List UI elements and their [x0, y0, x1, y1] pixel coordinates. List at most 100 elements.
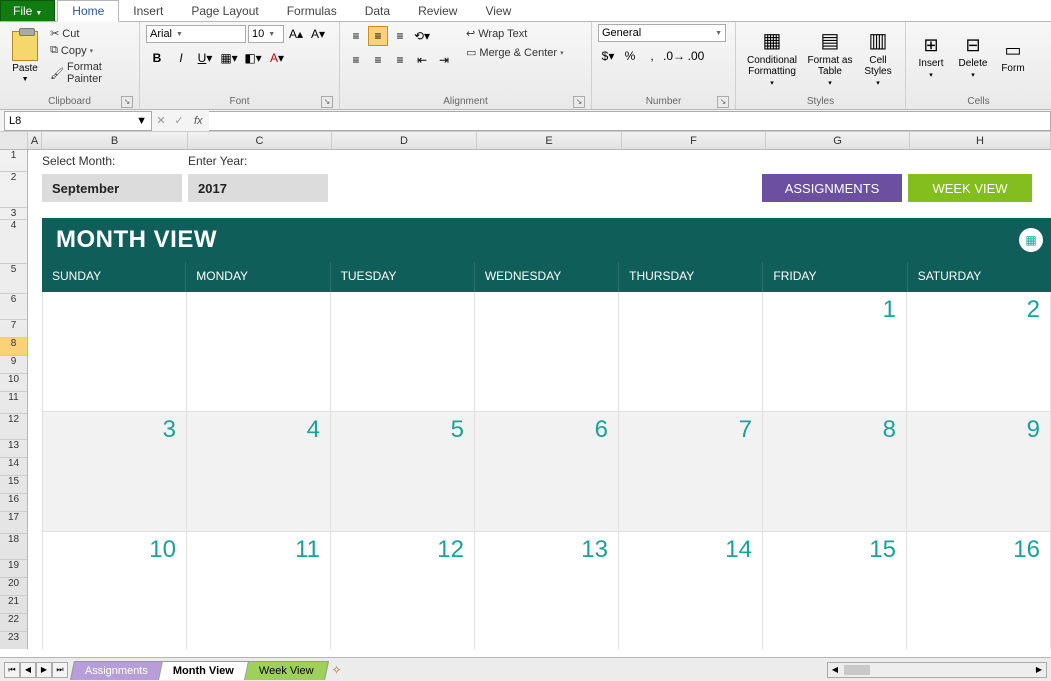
calendar-cell[interactable]: 12 — [331, 532, 475, 649]
tab-home[interactable]: Home — [57, 0, 119, 22]
calendar-cell[interactable]: 5 — [331, 412, 475, 532]
wrap-text-button[interactable]: ↩Wrap Text — [464, 26, 566, 41]
col-G[interactable]: G — [766, 132, 910, 149]
row-13[interactable]: 13 — [0, 440, 27, 458]
calendar-cell[interactable]: 6 — [475, 412, 619, 532]
decrease-indent-icon[interactable]: ⇤ — [412, 50, 432, 70]
font-name-combo[interactable]: Arial▼ — [146, 25, 246, 43]
row-9[interactable]: 9 — [0, 356, 27, 374]
format-painter-button[interactable]: 🖌Format Painter — [48, 60, 133, 86]
number-format-combo[interactable]: General▼ — [598, 24, 726, 42]
paste-button[interactable]: Paste▼ — [6, 24, 44, 90]
conditional-formatting-button[interactable]: ▦Conditional Formatting▾ — [742, 24, 802, 90]
calendar-cell[interactable]: 15 — [763, 532, 907, 649]
align-bottom-icon[interactable]: ≡ — [390, 26, 410, 46]
fx-icon[interactable]: fx — [194, 115, 203, 127]
select-all-corner[interactable] — [0, 132, 28, 149]
name-box[interactable]: L8▼ — [4, 111, 152, 131]
align-middle-icon[interactable]: ≡ — [368, 26, 388, 46]
col-B[interactable]: B — [42, 132, 188, 149]
row-8[interactable]: 8 — [0, 338, 27, 356]
copy-button[interactable]: ⧉Copy▾ — [48, 43, 133, 58]
tab-page-layout[interactable]: Page Layout — [177, 1, 272, 21]
calendar-cell[interactable]: 16 — [907, 532, 1051, 649]
increase-decimal-icon[interactable]: .0→ — [664, 46, 684, 66]
row-7[interactable]: 7 — [0, 320, 27, 338]
row-3[interactable]: 3 — [0, 208, 27, 220]
number-launcher[interactable]: ↘ — [717, 96, 729, 108]
row-17[interactable]: 17 — [0, 512, 27, 534]
tab-nav-last-icon[interactable]: ⏭ — [52, 662, 68, 678]
tab-nav-next-icon[interactable]: ▶ — [36, 662, 52, 678]
formula-input[interactable] — [209, 111, 1051, 131]
calendar-cell[interactable]: 7 — [619, 412, 763, 532]
row-18[interactable]: 18 — [0, 534, 27, 560]
align-center-icon[interactable]: ≡ — [368, 50, 388, 70]
tab-view[interactable]: View — [471, 1, 525, 21]
clipboard-launcher[interactable]: ↘ — [121, 96, 133, 108]
calendar-cell[interactable]: 3 — [42, 412, 187, 532]
calendar-cell[interactable]: 1 — [763, 292, 907, 412]
col-F[interactable]: F — [622, 132, 766, 149]
font-launcher[interactable]: ↘ — [321, 96, 333, 108]
week-view-button[interactable]: WEEK VIEW — [908, 174, 1032, 202]
row-22[interactable]: 22 — [0, 614, 27, 632]
row-10[interactable]: 10 — [0, 374, 27, 392]
calendar-cell[interactable]: 8 — [763, 412, 907, 532]
tab-nav-prev-icon[interactable]: ◀ — [20, 662, 36, 678]
underline-button[interactable]: U▾ — [194, 48, 216, 68]
increase-indent-icon[interactable]: ⇥ — [434, 50, 454, 70]
accounting-icon[interactable]: $▾ — [598, 46, 618, 66]
comma-icon[interactable]: , — [642, 46, 662, 66]
orientation-icon[interactable]: ⟲▾ — [412, 26, 432, 46]
calendar-cell[interactable] — [187, 292, 331, 412]
decrease-font-icon[interactable]: A▾ — [308, 24, 328, 44]
calendar-cell[interactable]: 13 — [475, 532, 619, 649]
col-A[interactable]: A — [28, 132, 42, 149]
tab-formulas[interactable]: Formulas — [273, 1, 351, 21]
horizontal-scrollbar[interactable]: ◀▶ — [827, 662, 1047, 678]
col-H[interactable]: H — [910, 132, 1051, 149]
col-C[interactable]: C — [188, 132, 332, 149]
cancel-formula-icon[interactable]: ✕ — [152, 114, 170, 127]
row-14[interactable]: 14 — [0, 458, 27, 476]
new-sheet-icon[interactable]: ✧ — [332, 663, 342, 677]
calendar-cell[interactable]: 11 — [187, 532, 331, 649]
delete-cells-button[interactable]: ⊟Delete▾ — [954, 24, 992, 90]
row-16[interactable]: 16 — [0, 494, 27, 512]
calendar-cell[interactable]: 14 — [619, 532, 763, 649]
assignments-button[interactable]: ASSIGNMENTS — [762, 174, 902, 202]
cell-styles-button[interactable]: ▥Cell Styles▾ — [858, 24, 898, 90]
increase-font-icon[interactable]: A▴ — [286, 24, 306, 44]
calendar-cell[interactable]: 10 — [42, 532, 187, 649]
alignment-launcher[interactable]: ↘ — [573, 96, 585, 108]
fill-color-button[interactable]: ◧▾ — [242, 48, 264, 68]
percent-icon[interactable]: % — [620, 46, 640, 66]
row-4[interactable]: 4 — [0, 220, 27, 264]
row-23[interactable]: 23 — [0, 632, 27, 649]
month-input[interactable]: September — [42, 174, 182, 202]
bold-button[interactable]: B — [146, 48, 168, 68]
sheet-tab-month-view[interactable]: Month View — [158, 661, 249, 680]
row-21[interactable]: 21 — [0, 596, 27, 614]
col-D[interactable]: D — [332, 132, 477, 149]
row-1[interactable]: 1 — [0, 150, 27, 172]
calendar-cell[interactable] — [42, 292, 187, 412]
row-20[interactable]: 20 — [0, 578, 27, 596]
align-left-icon[interactable]: ≡ — [346, 50, 366, 70]
row-12[interactable]: 12 — [0, 414, 27, 440]
font-color-button[interactable]: A▾ — [266, 48, 288, 68]
calendar-cell[interactable]: 4 — [187, 412, 331, 532]
worksheet[interactable]: Select Month: Enter Year: September 2017… — [28, 150, 1051, 649]
calendar-cell[interactable] — [475, 292, 619, 412]
merge-center-button[interactable]: ▭Merge & Center▾ — [464, 45, 566, 60]
row-11[interactable]: 11 — [0, 392, 27, 414]
row-19[interactable]: 19 — [0, 560, 27, 578]
sheet-tab-week-view[interactable]: Week View — [244, 661, 329, 680]
italic-button[interactable]: I — [170, 48, 192, 68]
row-15[interactable]: 15 — [0, 476, 27, 494]
year-input[interactable]: 2017 — [188, 174, 328, 202]
enter-formula-icon[interactable]: ✓ — [170, 114, 188, 127]
tab-file[interactable]: File▼ — [0, 0, 55, 21]
font-size-combo[interactable]: 10▼ — [248, 25, 284, 43]
